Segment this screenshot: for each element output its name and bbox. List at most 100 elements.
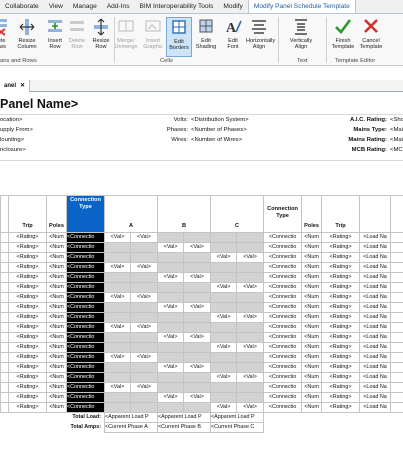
- poles-right-cell[interactable]: <Num: [301, 332, 323, 343]
- connection-type-right-cell[interactable]: <Connectio: [263, 242, 303, 253]
- poles-cell[interactable]: <Num: [46, 332, 67, 343]
- ribbon-tab[interactable]: BIM Interoperability Tools: [135, 0, 219, 13]
- cancel-template-button[interactable]: Cancel Template: [358, 17, 384, 57]
- header-field-left[interactable]: nclosure>: [0, 147, 26, 153]
- poles-right-cell[interactable]: <Num: [301, 312, 323, 323]
- row-index-cell[interactable]: [0, 332, 9, 343]
- phase-c-left-cell[interactable]: [210, 292, 238, 303]
- blank-cell[interactable]: [390, 242, 403, 253]
- load-name-cell[interactable]: <Load Na: [359, 342, 392, 353]
- load-name-cell[interactable]: <Load Na: [359, 312, 392, 323]
- phase-b-right-cell[interactable]: [183, 372, 212, 383]
- poles-cell[interactable]: <Num: [46, 312, 67, 323]
- vertically-align-button[interactable]: Vertically Align: [288, 17, 314, 57]
- blank-cell[interactable]: [390, 252, 403, 263]
- blank-cell[interactable]: [390, 402, 403, 413]
- phase-c-right-cell[interactable]: [236, 392, 265, 403]
- phase-c-right-cell[interactable]: [236, 232, 265, 243]
- phase-a-left-cell[interactable]: [104, 312, 131, 323]
- blank-cell[interactable]: [390, 322, 403, 333]
- connection-type-cell[interactable]: <Connectio: [66, 272, 105, 283]
- trip-rating-right-cell[interactable]: <Rating>: [321, 332, 361, 343]
- load-name-cell[interactable]: <Load Na: [359, 362, 392, 373]
- phase-c-right-cell[interactable]: [236, 352, 265, 363]
- phase-a-right-cell[interactable]: <Val>: [129, 262, 159, 273]
- phase-a-left-cell[interactable]: [104, 272, 131, 283]
- header-field-left[interactable]: upply From>: [0, 127, 33, 133]
- header-field-left[interactable]: ocation>: [0, 117, 22, 123]
- phase-b-left-cell[interactable]: [157, 352, 185, 363]
- phase-a-left-cell[interactable]: [104, 302, 131, 313]
- load-name-cell[interactable]: <Load Na: [359, 242, 392, 253]
- connection-type-right-cell[interactable]: <Connectio: [263, 302, 303, 313]
- phase-c-right-cell[interactable]: [236, 382, 265, 393]
- phase-b-left-cell[interactable]: [157, 342, 185, 353]
- phase-a-right-cell[interactable]: [129, 282, 159, 293]
- phase-a-right-cell[interactable]: <Val>: [129, 352, 159, 363]
- load-name-cell[interactable]: <Load Na: [359, 332, 392, 343]
- connection-type-cell[interactable]: <Connectio: [66, 332, 105, 343]
- blank-cell[interactable]: [390, 282, 403, 293]
- connection-type-right-cell[interactable]: <Connectio: [263, 312, 303, 323]
- horizontally-align-button[interactable]: Horizontally Align: [246, 17, 275, 57]
- blank-cell[interactable]: [390, 292, 403, 303]
- phase-c-left-cell[interactable]: [210, 242, 238, 253]
- phase-b-right-cell[interactable]: <Val>: [183, 392, 212, 403]
- poles-cell[interactable]: <Num: [46, 302, 67, 313]
- header-connection-type[interactable]: Connection Type: [66, 195, 105, 233]
- header-field-value[interactable]: <Mai: [390, 127, 403, 133]
- delete-row-button[interactable]: Delete Row: [64, 17, 90, 57]
- phase-b-right-cell[interactable]: [183, 262, 212, 273]
- poles-right-cell[interactable]: <Num: [301, 402, 323, 413]
- ribbon-tab[interactable]: Add-Ins: [102, 0, 135, 13]
- phase-c-right-cell[interactable]: <Val>: [236, 402, 265, 413]
- phase-c-right-cell[interactable]: [236, 272, 265, 283]
- phase-b-left-cell[interactable]: <Val>: [157, 242, 185, 253]
- connection-type-right-cell[interactable]: <Connectio: [263, 232, 303, 243]
- trip-rating-cell[interactable]: <Rating>: [8, 302, 47, 313]
- phase-c-left-cell[interactable]: <Val>: [210, 402, 238, 413]
- connection-type-cell[interactable]: <Connectio: [66, 252, 105, 263]
- poles-right-cell[interactable]: <Num: [301, 362, 323, 373]
- connection-type-right-cell[interactable]: <Connectio: [263, 282, 303, 293]
- poles-right-cell[interactable]: <Num: [301, 232, 323, 243]
- connection-type-cell[interactable]: <Connectio: [66, 382, 105, 393]
- load-name-cell[interactable]: <Load Na: [359, 352, 392, 363]
- phase-a-left-cell[interactable]: <Val>: [104, 322, 131, 333]
- blank-cell[interactable]: [390, 392, 403, 403]
- phase-c-left-cell[interactable]: [210, 382, 238, 393]
- trip-rating-cell[interactable]: <Rating>: [8, 332, 47, 343]
- header-field-value[interactable]: <Mai: [390, 137, 403, 143]
- connection-type-cell[interactable]: <Connectio: [66, 242, 105, 253]
- phase-c-left-cell[interactable]: [210, 332, 238, 343]
- connection-type-right-cell[interactable]: <Connectio: [263, 362, 303, 373]
- header-trip-right[interactable]: Trip: [321, 195, 361, 233]
- phase-b-right-cell[interactable]: <Val>: [183, 362, 212, 373]
- phase-a-right-cell[interactable]: [129, 312, 159, 323]
- poles-cell[interactable]: <Num: [46, 272, 67, 283]
- phase-b-right-cell[interactable]: <Val>: [183, 332, 212, 343]
- phase-b-left-cell[interactable]: <Val>: [157, 392, 185, 403]
- trip-rating-cell[interactable]: <Rating>: [8, 272, 47, 283]
- phase-b-left-cell[interactable]: [157, 252, 185, 263]
- connection-type-cell[interactable]: <Connectio: [66, 232, 105, 243]
- connection-type-right-cell[interactable]: <Connectio: [263, 402, 303, 413]
- phase-a-right-cell[interactable]: [129, 342, 159, 353]
- phase-a-right-cell[interactable]: [129, 252, 159, 263]
- trip-rating-right-cell[interactable]: <Rating>: [321, 302, 361, 313]
- blank-cell[interactable]: [390, 352, 403, 363]
- row-index-cell[interactable]: [0, 342, 9, 353]
- poles-cell[interactable]: <Num: [46, 372, 67, 383]
- trip-rating-right-cell[interactable]: <Rating>: [321, 352, 361, 363]
- connection-type-cell[interactable]: <Connectio: [66, 362, 105, 373]
- poles-right-cell[interactable]: <Num: [301, 272, 323, 283]
- connection-type-cell[interactable]: <Connectio: [66, 402, 105, 413]
- trip-rating-cell[interactable]: <Rating>: [8, 262, 47, 273]
- delete-rows-button[interactable]: leteows: [0, 17, 14, 57]
- phase-c-left-cell[interactable]: [210, 392, 238, 403]
- poles-cell[interactable]: <Num: [46, 382, 67, 393]
- blank-cell[interactable]: [390, 272, 403, 283]
- total-amps-label[interactable]: Total Amps:: [1, 423, 105, 433]
- poles-right-cell[interactable]: <Num: [301, 292, 323, 303]
- poles-cell[interactable]: <Num: [46, 242, 67, 253]
